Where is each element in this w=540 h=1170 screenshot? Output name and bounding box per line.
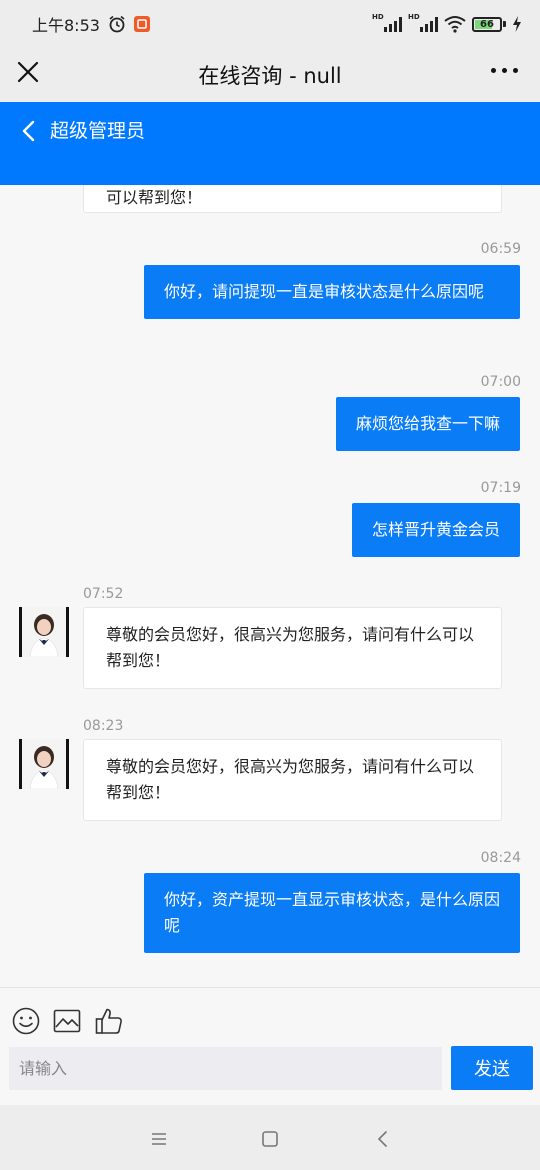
- emoji-icon[interactable]: [11, 1006, 41, 1036]
- close-icon[interactable]: [16, 60, 40, 84]
- avatar-image: [22, 607, 66, 657]
- message-text: 怎样晋升黄金会员: [371, 520, 500, 539]
- send-button[interactable]: 发送: [451, 1046, 533, 1090]
- wifi-icon: [444, 16, 466, 33]
- message-time: 06:59: [480, 241, 521, 257]
- chat-messages[interactable]: 可以帮到您！ 06:59 你好，请问提现一直是审核状态是什么原因呢 07:00 …: [0, 185, 540, 987]
- status-bar: 上午8:53 HD HD 66: [0, 0, 540, 48]
- message-outgoing: 麻烦您给我查一下嘛: [335, 397, 520, 451]
- image-icon[interactable]: [52, 1006, 82, 1036]
- contact-name: 超级管理员: [50, 120, 146, 142]
- message-text: 你好，资产提现一直显示审核状态，是什么原因呢: [164, 890, 501, 935]
- avatar-image: [22, 739, 66, 789]
- message-time: 08:23: [83, 718, 124, 734]
- network-label-2: HD: [408, 13, 420, 21]
- message-text: 尊敬的会员您好，很高兴为您服务，请问有什么可以帮到您！: [106, 625, 475, 670]
- chat-header: 超级管理员: [0, 102, 540, 185]
- message-text: 麻烦您给我查一下嘛: [355, 414, 500, 433]
- message-outgoing: 你好，请问提现一直是审核状态是什么原因呢: [144, 265, 520, 319]
- system-nav-bar: [0, 1105, 540, 1170]
- message-incoming: 可以帮到您！: [83, 185, 502, 213]
- more-icon[interactable]: [491, 68, 518, 73]
- composer: 发送: [0, 987, 540, 1105]
- avatar[interactable]: [19, 607, 69, 657]
- message-incoming: 尊敬的会员您好，很高兴为您服务，请问有什么可以帮到您！: [83, 607, 502, 689]
- message-outgoing: 你好，资产提现一直显示审核状态，是什么原因呢: [144, 873, 520, 953]
- message-outgoing: 怎样晋升黄金会员: [351, 503, 520, 557]
- page-title: 在线咨询 - null: [198, 64, 342, 88]
- message-input[interactable]: [9, 1047, 442, 1090]
- status-time: 上午8:53: [32, 16, 100, 35]
- message-time: 07:52: [83, 586, 124, 602]
- signal-icon-2: HD: [408, 13, 438, 32]
- charging-icon: [513, 16, 521, 32]
- network-label: HD: [372, 13, 384, 21]
- back-icon[interactable]: [373, 1129, 393, 1149]
- alarm-icon: [109, 15, 125, 33]
- message-incoming: 尊敬的会员您好，很高兴为您服务，请问有什么可以帮到您！: [83, 739, 502, 821]
- avatar[interactable]: [19, 739, 69, 789]
- message-time: 07:19: [480, 480, 521, 496]
- back-chevron-icon[interactable]: [20, 119, 38, 143]
- app-notification-icon: [133, 16, 150, 32]
- thumbs-up-icon[interactable]: [94, 1006, 124, 1036]
- battery-level: 66: [480, 18, 494, 30]
- status-right: HD HD 66: [372, 13, 522, 33]
- status-left: 上午8:53: [32, 12, 150, 36]
- message-text: 可以帮到您！: [106, 188, 203, 207]
- battery-icon: 66: [472, 16, 506, 32]
- message-text: 尊敬的会员您好，很高兴为您服务，请问有什么可以帮到您！: [106, 757, 475, 802]
- title-bar: 在线咨询 - null: [0, 48, 540, 102]
- menu-icon[interactable]: [149, 1129, 169, 1149]
- message-time: 08:24: [480, 850, 521, 866]
- home-icon[interactable]: [260, 1129, 280, 1149]
- message-text: 你好，请问提现一直是审核状态是什么原因呢: [164, 282, 485, 301]
- signal-icon: HD: [372, 13, 402, 32]
- message-time: 07:00: [480, 374, 521, 390]
